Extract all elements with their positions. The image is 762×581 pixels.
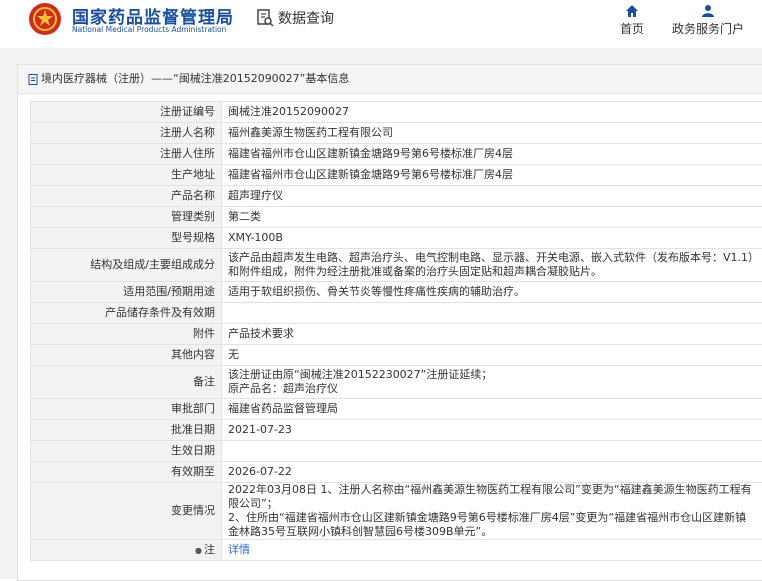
note-label: 注 xyxy=(204,543,215,556)
document-icon xyxy=(28,74,38,85)
field-value: 福州鑫美源生物医药工程有限公司 xyxy=(222,123,762,144)
field-value: XMY-100B xyxy=(222,228,762,249)
table-row: 有效期至2026-07-22 xyxy=(31,462,762,483)
field-value: 适用于软组织损伤、骨关节炎等慢性疼痛性疾病的辅助治疗。 xyxy=(222,282,762,303)
table-row: 生效日期 xyxy=(31,441,762,462)
details-link[interactable]: 详情 xyxy=(228,543,250,556)
field-value: 该产品由超声发生电路、超声治疗头、电气控制电路、显示器、开关电源、嵌入式软件（发… xyxy=(222,249,762,282)
field-label: 生产地址 xyxy=(31,165,222,186)
field-label: 备注 xyxy=(31,366,222,399)
site-header: 国家药品监督管理局 National Medical Products Admi… xyxy=(0,0,762,48)
national-emblem-icon xyxy=(28,2,62,36)
table-row: 注册人名称福州鑫美源生物医药工程有限公司 xyxy=(31,123,762,144)
field-label: 审批部门 xyxy=(31,399,222,420)
field-label: 生效日期 xyxy=(31,441,222,462)
nav-home[interactable]: 首页 xyxy=(620,4,644,37)
nav-service-portal-label: 政务服务门户 xyxy=(672,22,744,36)
search-document-icon xyxy=(256,9,274,27)
field-label-note: ●注 xyxy=(31,540,222,561)
table-row: 注册人住所福建省福州市仓山区建新镇金塘路9号第6号楼标准厂房4层 xyxy=(31,144,762,165)
field-label: 结构及组成/主要组成成分 xyxy=(31,249,222,282)
field-label: 注册人名称 xyxy=(31,123,222,144)
field-value: 超声理疗仪 xyxy=(222,186,762,207)
table-row: 管理类别第二类 xyxy=(31,207,762,228)
field-value-note: 详情 xyxy=(222,540,762,561)
field-value: 第二类 xyxy=(222,207,762,228)
field-value: 福建省药品监督管理局 xyxy=(222,399,762,420)
breadcrumb-text: 境内医疗器械（注册）——“闽械注准20152090027”基本信息 xyxy=(41,72,349,85)
data-query-link[interactable]: 数据查询 xyxy=(256,8,334,28)
field-value: 2021-07-23 xyxy=(222,420,762,441)
table-row: 产品储存条件及有效期 xyxy=(31,303,762,324)
table-row: 型号规格XMY-100B xyxy=(31,228,762,249)
field-label: 管理类别 xyxy=(31,207,222,228)
field-value: 2026-07-22 xyxy=(222,462,762,483)
registration-info-table: 注册证编号闽械注准20152090027注册人名称福州鑫美源生物医药工程有限公司… xyxy=(30,101,762,561)
field-value: 该注册证由原“闽械注准20152230027”注册证延续； 原产品名：超声治疗仪 xyxy=(222,366,762,399)
field-label: 变更情况 xyxy=(31,483,222,540)
field-value: 产品技术要求 xyxy=(222,324,762,345)
field-label: 其他内容 xyxy=(31,345,222,366)
table-row: 审批部门福建省药品监督管理局 xyxy=(31,399,762,420)
field-value: 2022年03月08日 1、注册人名称由“福州鑫美源生物医药工程有限公司”变更为… xyxy=(222,483,762,540)
field-label: 型号规格 xyxy=(31,228,222,249)
field-value: 闽械注准20152090027 xyxy=(222,102,762,123)
field-label: 产品储存条件及有效期 xyxy=(31,303,222,324)
field-value xyxy=(222,441,762,462)
table-row-note: ●注详情 xyxy=(31,540,762,561)
detail-panel: 境内医疗器械（注册）——“闽械注准20152090027”基本信息 注册证编号闽… xyxy=(17,64,762,581)
field-value: 无 xyxy=(222,345,762,366)
field-value: 福建省福州市仓山区建新镇金塘路9号第6号楼标准厂房4层 xyxy=(222,165,762,186)
table-row: 变更情况2022年03月08日 1、注册人名称由“福州鑫美源生物医药工程有限公司… xyxy=(31,483,762,540)
field-label: 注册证编号 xyxy=(31,102,222,123)
field-value: 福建省福州市仓山区建新镇金塘路9号第6号楼标准厂房4层 xyxy=(222,144,762,165)
home-icon xyxy=(625,4,639,18)
field-label: 附件 xyxy=(31,324,222,345)
table-row: 注册证编号闽械注准20152090027 xyxy=(31,102,762,123)
nav-home-label: 首页 xyxy=(620,22,644,36)
table-row: 备注该注册证由原“闽械注准20152230027”注册证延续； 原产品名：超声治… xyxy=(31,366,762,399)
field-label: 有效期至 xyxy=(31,462,222,483)
field-value xyxy=(222,303,762,324)
field-label: 产品名称 xyxy=(31,186,222,207)
field-label: 适用范围/预期用途 xyxy=(31,282,222,303)
user-icon xyxy=(701,4,715,18)
breadcrumb: 境内医疗器械（注册）——“闽械注准20152090027”基本信息 xyxy=(18,65,762,94)
field-label: 批准日期 xyxy=(31,420,222,441)
data-query-label: 数据查询 xyxy=(278,8,334,28)
nav-service-portal[interactable]: 政务服务门户 xyxy=(672,4,744,37)
table-row: 其他内容无 xyxy=(31,345,762,366)
table-row: 批准日期2021-07-23 xyxy=(31,420,762,441)
field-label: 注册人住所 xyxy=(31,144,222,165)
table-row: 生产地址福建省福州市仓山区建新镇金塘路9号第6号楼标准厂房4层 xyxy=(31,165,762,186)
location-pin-icon: ● xyxy=(195,546,202,555)
brand-name-en[interactable]: National Medical Products Administration xyxy=(72,25,226,34)
table-row: 适用范围/预期用途适用于软组织损伤、骨关节炎等慢性疼痛性疾病的辅助治疗。 xyxy=(31,282,762,303)
table-row: 附件产品技术要求 xyxy=(31,324,762,345)
table-row: 结构及组成/主要组成成分该产品由超声发生电路、超声治疗头、电气控制电路、显示器、… xyxy=(31,249,762,282)
table-row: 产品名称超声理疗仪 xyxy=(31,186,762,207)
